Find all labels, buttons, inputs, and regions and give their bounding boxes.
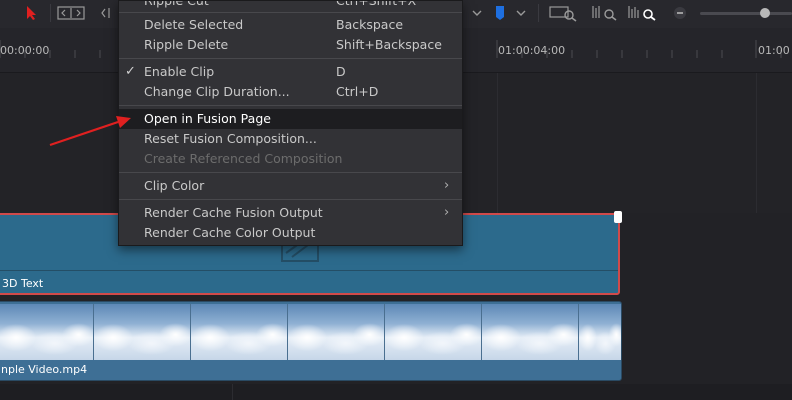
menu-item-ripple-delete[interactable]: Ripple Delete Shift+Backspace <box>119 35 462 55</box>
menu-item-shortcut: D <box>336 64 346 79</box>
toolbar-divider <box>538 4 539 22</box>
video-thumbnail <box>579 304 621 360</box>
video-thumbnail <box>0 304 94 360</box>
menu-item-label: Ripple Delete <box>144 37 229 52</box>
ruler-timecode: 00:00:00 <box>0 44 50 57</box>
menu-item-label: Render Cache Color Output <box>144 225 316 240</box>
menu-item-render-cache-fusion-output[interactable]: Render Cache Fusion Output › <box>119 203 462 223</box>
menu-item-delete-selected[interactable]: Delete Selected Backspace <box>119 15 462 35</box>
zoom-slider[interactable] <box>700 12 792 15</box>
menu-item-label: Render Cache Fusion Output <box>144 205 323 220</box>
gridline <box>756 73 757 213</box>
video-clip[interactable]: nple Video.mp4 <box>0 301 622 381</box>
bottom-track-area <box>0 384 792 400</box>
video-thumbnail <box>482 304 579 360</box>
video-thumbnail <box>191 304 288 360</box>
gridline <box>232 384 233 400</box>
menu-item-create-referenced-composition: Create Referenced Composition <box>119 149 462 169</box>
menu-item-shortcut: Ctrl+D <box>336 84 379 99</box>
dynamic-trim-icon[interactable] <box>98 3 114 23</box>
video-thumbnail <box>385 304 482 360</box>
menu-item-label: Enable Clip <box>144 64 215 79</box>
menu-item-render-cache-color-output[interactable]: Render Cache Color Output <box>119 223 462 243</box>
menu-separator <box>119 105 462 106</box>
video-thumbnail <box>288 304 385 360</box>
gridline <box>497 73 498 213</box>
menu-item-enable-clip[interactable]: ✓ Enable Clip D <box>119 62 462 82</box>
menu-item-ripple-cut[interactable]: Ripple Cut Ctrl+Shift+X <box>119 0 462 11</box>
menu-item-label: Create Referenced Composition <box>144 151 343 166</box>
clip-trim-handle[interactable] <box>614 211 622 223</box>
pointer-icon[interactable] <box>22 3 42 23</box>
zoom-detail-icon[interactable] <box>590 3 620 23</box>
menu-item-label: Change Clip Duration... <box>144 84 290 99</box>
menu-separator <box>119 58 462 59</box>
menu-item-label: Ripple Cut <box>144 0 209 8</box>
chevron-down-icon[interactable] <box>514 3 528 23</box>
flag-icon[interactable] <box>492 3 508 23</box>
menu-item-label: Open in Fusion Page <box>144 111 271 126</box>
menu-item-label: Delete Selected <box>144 17 244 32</box>
menu-item-shortcut: Ctrl+Shift+X <box>336 0 417 8</box>
menu-item-change-clip-duration[interactable]: Change Clip Duration... Ctrl+D <box>119 82 462 102</box>
zoom-slider-handle[interactable] <box>760 8 770 18</box>
menu-item-label: Reset Fusion Composition... <box>144 131 317 146</box>
menu-item-shortcut: Backspace <box>336 17 404 32</box>
menu-item-shortcut: Shift+Backspace <box>336 37 442 52</box>
zoom-full-icon[interactable] <box>548 3 578 23</box>
chevron-right-icon: › <box>444 178 450 193</box>
toolbar-divider <box>50 4 51 22</box>
context-menu: Ripple Cut Ctrl+Shift+X Delete Selected … <box>118 0 463 246</box>
zoom-custom-icon[interactable] <box>627 3 659 23</box>
menu-item-clip-color[interactable]: Clip Color › <box>119 176 462 196</box>
menu-separator <box>119 172 462 173</box>
ruler-timecode: 01:00:04:00 <box>498 44 566 57</box>
clip-label-bar <box>0 270 618 293</box>
clip-label: nple Video.mp4 <box>1 363 88 376</box>
ruler-timecode: 01:00 <box>758 44 790 57</box>
chevron-down-icon[interactable] <box>470 3 484 23</box>
video-thumbnail <box>94 304 191 360</box>
minus-icon[interactable] <box>670 3 690 23</box>
trim-icon[interactable] <box>56 3 86 23</box>
chevron-right-icon: › <box>444 205 450 220</box>
menu-separator <box>119 12 462 13</box>
menu-separator <box>119 199 462 200</box>
checkmark-icon: ✓ <box>125 64 136 79</box>
menu-item-open-in-fusion-page[interactable]: Open in Fusion Page <box>119 109 462 129</box>
clip-label: 3D Text <box>2 277 44 290</box>
menu-item-label: Clip Color <box>144 178 205 193</box>
menu-item-reset-fusion-composition[interactable]: Reset Fusion Composition... <box>119 129 462 149</box>
